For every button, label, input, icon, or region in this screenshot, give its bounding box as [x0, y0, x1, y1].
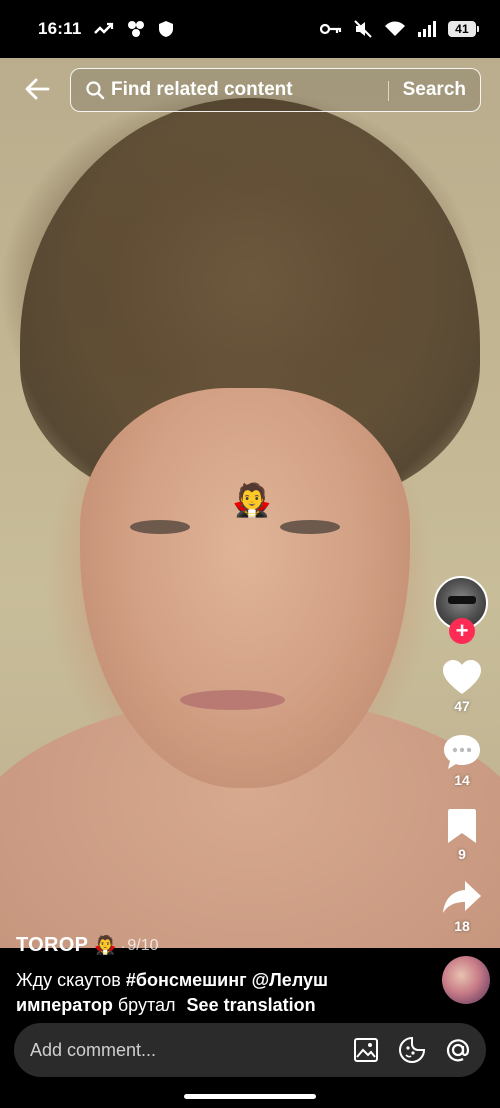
signal-icon [417, 21, 437, 37]
comment-placeholder[interactable]: Add comment... [30, 1040, 156, 1061]
author-row: TOROP 🧛 · 9/10 [16, 934, 159, 957]
video-player[interactable]: 🧛 [0, 58, 500, 948]
author-name[interactable]: TOROP [16, 934, 88, 957]
caption-hashtag[interactable]: #бонсмешинг [126, 970, 247, 990]
search-button[interactable]: Search [403, 79, 466, 101]
mention-icon[interactable] [444, 1036, 472, 1064]
post-caption: Жду скаутов #бонсмешинг @Лелуш император… [16, 968, 426, 1018]
comment-count: 14 [454, 772, 470, 788]
video-subject-eye-left [130, 520, 190, 534]
image-icon[interactable] [352, 1036, 380, 1064]
share-count: 18 [454, 918, 470, 934]
comment-input[interactable]: Add comment... [14, 1023, 486, 1077]
bookmark-icon [448, 809, 476, 843]
music-disc[interactable] [442, 956, 490, 1004]
video-subject-mouth [180, 690, 285, 710]
share-button[interactable]: 18 [434, 880, 490, 934]
shield-icon [158, 20, 174, 38]
search-input[interactable]: Find related content [111, 79, 293, 101]
search-bar[interactable]: Find related content Search [70, 68, 481, 112]
follow-button[interactable]: + [449, 618, 475, 644]
home-indicator[interactable] [184, 1094, 316, 1099]
battery-icon: 41 [448, 21, 479, 37]
back-button[interactable] [22, 73, 54, 105]
heart-icon [443, 660, 481, 694]
photo-index: 9/10 [127, 936, 159, 954]
status-time: 16:11 [38, 19, 82, 38]
comment-icon [444, 735, 480, 769]
save-count: 9 [458, 846, 466, 862]
search-divider [388, 81, 389, 101]
share-arrow-icon [443, 881, 481, 913]
search-icon [86, 81, 105, 100]
missed-call-icon [93, 21, 114, 37]
comment-button[interactable]: 14 [434, 734, 490, 788]
avatar-glasses [448, 596, 476, 604]
vampire-sticker: 🧛 [232, 482, 272, 518]
bubbles-icon [126, 20, 146, 38]
author-separator: · [120, 937, 126, 954]
like-count: 47 [454, 698, 470, 714]
emoji-icon[interactable] [398, 1036, 426, 1064]
key-icon [320, 22, 342, 36]
like-button[interactable]: 47 [434, 660, 490, 714]
status-bar: 16:11 41 [0, 0, 500, 58]
caption-text: Жду скаутов [16, 970, 126, 990]
see-translation-link[interactable]: See translation [187, 995, 316, 1015]
video-subject-eye-right [280, 520, 340, 534]
author-emoji: 🧛 [94, 935, 117, 955]
arrow-left-icon [25, 78, 50, 100]
app-screen: 16:11 41 🧛 Find related content Search +… [0, 0, 500, 1108]
wifi-icon [384, 21, 406, 37]
caption-text-end: брутал [112, 995, 176, 1015]
mute-icon [353, 19, 373, 39]
save-button[interactable]: 9 [434, 808, 490, 862]
